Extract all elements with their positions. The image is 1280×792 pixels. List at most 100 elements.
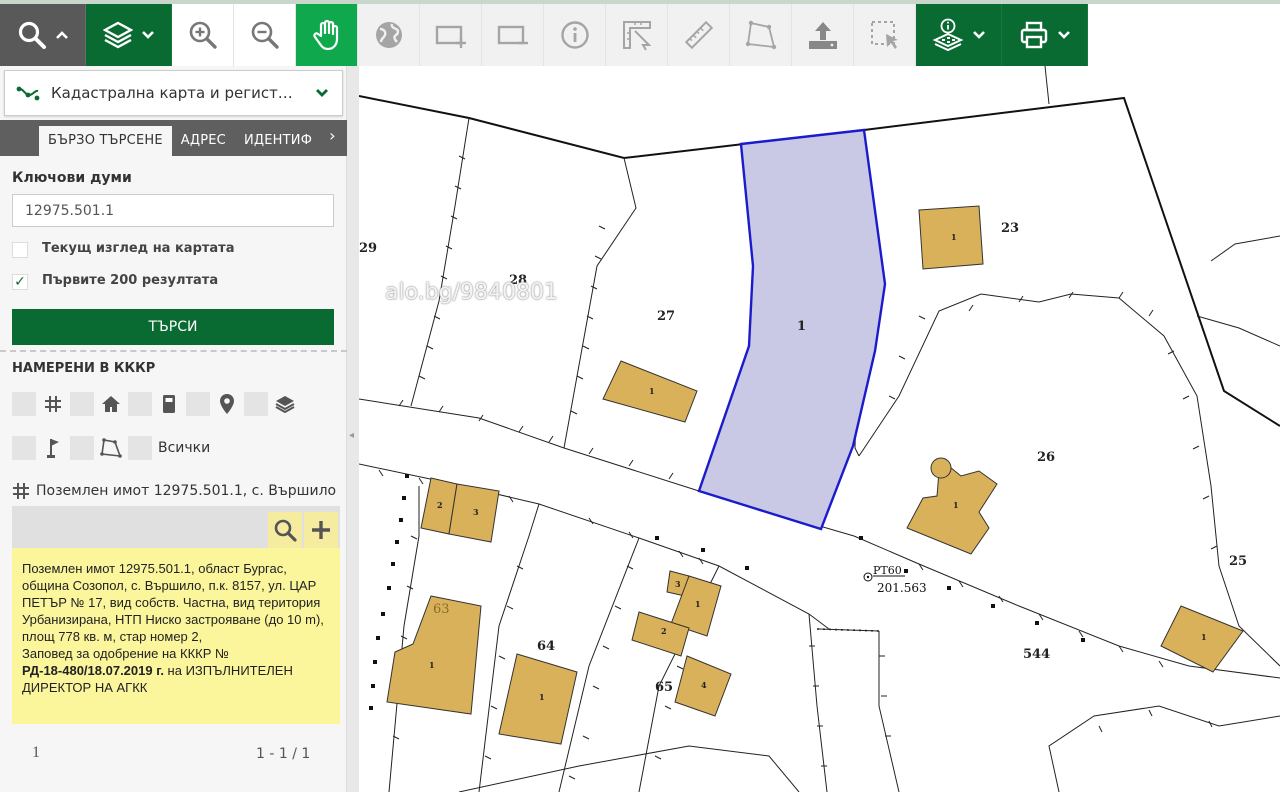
- filter-address-checkbox[interactable]: [186, 392, 210, 416]
- search-button[interactable]: ТЪРСИ: [12, 309, 334, 345]
- expand-result-button[interactable]: [304, 512, 338, 548]
- globe-button[interactable]: [358, 4, 420, 66]
- chevron-up-icon: [55, 31, 68, 39]
- polygon-icon: [100, 438, 122, 458]
- building-label: 1: [953, 500, 959, 510]
- parcel-label: 25: [1229, 554, 1247, 569]
- building: [498, 653, 578, 745]
- found-title: НАМЕРЕНИ В КККР: [12, 361, 156, 376]
- survey-point-name: РТ60: [873, 564, 902, 577]
- rect-remove-button[interactable]: [482, 4, 544, 66]
- parcel-label: 29: [359, 241, 377, 256]
- parcel-label-selected: 1: [797, 319, 806, 334]
- apartment-icon: [163, 395, 175, 413]
- layers-icon: [102, 21, 133, 49]
- map-view[interactable]: 29 28 27 1 23 26 25 544 64 65 63 1 1 2 3…: [359, 66, 1280, 792]
- result-type-filters: Всички: [12, 392, 342, 480]
- pan-tool-button[interactable]: [296, 4, 358, 66]
- parcel-label: 63: [433, 602, 450, 617]
- rect-add-button[interactable]: [420, 4, 482, 66]
- selected-parcel[interactable]: [697, 128, 887, 531]
- pager-range: 1 - 1 / 1: [256, 746, 311, 762]
- layers-icon: [275, 396, 295, 413]
- layer-select-dropdown[interactable]: Кадастрална карта и регист…: [4, 70, 343, 116]
- zoom-to-result-button[interactable]: [268, 512, 302, 548]
- result-details: Поземлен имот 12975.501.1, област Бургас…: [12, 548, 340, 724]
- measure-area-button[interactable]: [606, 4, 668, 66]
- upload-button[interactable]: [792, 4, 854, 66]
- check-mark-icon: ✓: [14, 274, 26, 290]
- survey-point-elevation: 201.563: [877, 581, 927, 595]
- zoom-in-icon: [189, 21, 217, 49]
- identify-layers-icon: [932, 18, 963, 52]
- ruler-icon: [684, 20, 713, 50]
- keywords-input[interactable]: [12, 194, 334, 227]
- zoom-in-button[interactable]: [172, 4, 234, 66]
- hand-icon: [312, 19, 338, 51]
- current-view-checkbox[interactable]: [12, 242, 28, 258]
- chevron-down-icon: [141, 31, 154, 39]
- filter-unit-checkbox[interactable]: [128, 392, 152, 416]
- result-details-text: Поземлен имот 12975.501.1, област Бургас…: [22, 561, 324, 644]
- building: [906, 458, 998, 555]
- cadastre-layer-icon: [16, 86, 40, 101]
- building-label: 1: [649, 386, 655, 396]
- tab-address[interactable]: АДРЕС: [172, 126, 235, 156]
- building-label: 3: [675, 579, 681, 589]
- zoom-out-icon: [251, 21, 279, 49]
- search-icon: [18, 21, 46, 49]
- filter-all-checkbox[interactable]: [128, 436, 152, 460]
- building-dome: [930, 457, 952, 479]
- grid-icon: [13, 483, 29, 499]
- parcel-label: 27: [657, 309, 675, 324]
- zoom-out-button[interactable]: [234, 4, 296, 66]
- panel-collapse-handle[interactable]: ◂: [347, 66, 359, 792]
- identify-layers-button[interactable]: [916, 4, 1002, 66]
- flag-icon: [47, 439, 59, 458]
- parcel-label: 64: [537, 639, 555, 654]
- filter-point-checkbox[interactable]: [12, 436, 36, 460]
- layers-tool-button[interactable]: [86, 4, 172, 66]
- filter-all-label: Всички: [158, 440, 211, 456]
- rect-add-icon: [435, 25, 466, 48]
- ruler-button[interactable]: [668, 4, 730, 66]
- parcel-label: 23: [1001, 221, 1019, 236]
- chevron-down-icon: [316, 89, 328, 97]
- order-prefix: Заповед за одобрение на КККР №: [22, 646, 229, 661]
- filter-building-checkbox[interactable]: [70, 392, 94, 416]
- pager-page-number[interactable]: 1: [32, 744, 40, 762]
- info-button[interactable]: [544, 4, 606, 66]
- search-tool-button[interactable]: [0, 4, 86, 66]
- building-label: 4: [701, 680, 707, 690]
- print-icon: [1020, 21, 1047, 49]
- tabs-next-arrow[interactable]: ›: [329, 120, 335, 156]
- home-icon: [102, 396, 120, 412]
- select-button[interactable]: [854, 4, 916, 66]
- first200-checkbox[interactable]: ✓: [12, 274, 28, 290]
- chevron-down-icon: [1057, 31, 1070, 39]
- order-number: РД-18-480/18.07.2019 г.: [22, 663, 164, 678]
- map-toolbar: [0, 4, 1088, 66]
- result-title[interactable]: Поземлен имот 12975.501.1, с. Вършило: [12, 476, 342, 506]
- cadastral-map[interactable]: 29 28 27 1 23 26 25 544 64 65 63 1 1 2 3…: [359, 66, 1280, 792]
- polygon-button[interactable]: [730, 4, 792, 66]
- search-panel: Кадастрална карта и регист… БЪРЗО ТЪРСЕН…: [0, 66, 347, 792]
- collapse-arrow-icon: ◂: [349, 430, 355, 441]
- filter-parcel-checkbox[interactable]: [12, 392, 36, 416]
- print-button[interactable]: [1002, 4, 1088, 66]
- chevron-down-icon: [972, 31, 985, 39]
- upload-icon: [808, 22, 837, 49]
- keywords-label: Ключови думи: [12, 170, 132, 186]
- map-pin-icon: [220, 394, 234, 414]
- tab-identifier[interactable]: ИДЕНТИФ: [235, 126, 321, 156]
- building-label: 1: [429, 660, 435, 670]
- building-label: 1: [539, 692, 545, 702]
- filter-territory-checkbox[interactable]: [70, 436, 94, 460]
- building-label: 2: [437, 500, 443, 510]
- parcel-label: 26: [1037, 450, 1055, 465]
- select-icon: [870, 21, 898, 49]
- building-label: 1: [1201, 632, 1207, 642]
- tab-quick-search[interactable]: БЪРЗО ТЪРСЕНЕ: [39, 126, 172, 156]
- filter-layers-checkbox[interactable]: [244, 392, 268, 416]
- building-label: 3: [473, 507, 479, 517]
